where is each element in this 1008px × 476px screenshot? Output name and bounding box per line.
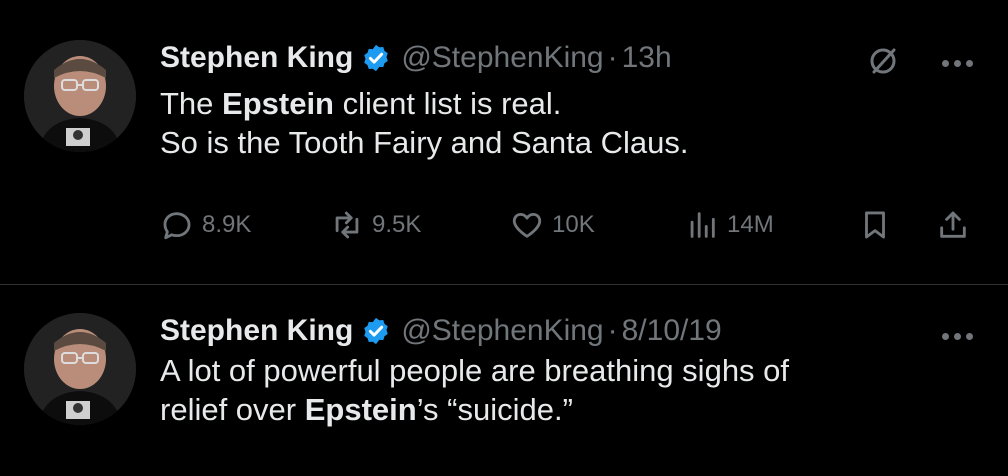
author-name[interactable]: Stephen King xyxy=(160,313,353,349)
tweet-actions: 8.9K 9.5K 10K 14M xyxy=(160,208,990,248)
reply-button[interactable]: 8.9K xyxy=(160,208,251,242)
verified-badge-icon xyxy=(364,44,389,72)
author-handle[interactable]: @StephenKing xyxy=(401,40,603,76)
reply-count: 8.9K xyxy=(202,211,252,238)
views-icon xyxy=(690,212,715,238)
tweet[interactable]: Stephen King @StephenKing · 13h The Epst… xyxy=(0,0,1008,285)
like-count: 10K xyxy=(552,211,595,238)
reply-icon xyxy=(163,212,191,240)
share-button[interactable] xyxy=(936,208,978,242)
more-icon[interactable] xyxy=(942,327,982,340)
bookmark-icon xyxy=(865,211,885,239)
text-run: client list is real. xyxy=(334,86,562,121)
text-run: The xyxy=(160,86,223,121)
tweet-line: A lot of powerful people are breathing s… xyxy=(160,351,789,390)
author-name[interactable]: Stephen King xyxy=(160,40,353,76)
tweet-header: Stephen King @StephenKing · 8/10/19 xyxy=(160,313,722,349)
timestamp[interactable]: 13h xyxy=(622,40,672,76)
like-button[interactable]: 10K xyxy=(510,208,595,242)
separator: · xyxy=(607,314,618,347)
more-icon[interactable] xyxy=(942,54,982,67)
avatar[interactable] xyxy=(24,313,136,425)
bold-text-run: Epstein xyxy=(304,392,417,427)
timestamp[interactable]: 8/10/19 xyxy=(622,313,722,349)
repost-button[interactable]: 9.5K xyxy=(330,208,421,242)
bold-text-run: Epstein xyxy=(222,86,334,121)
grok-icon[interactable] xyxy=(866,44,900,78)
text-run: relief over xyxy=(160,392,305,427)
verified-badge-icon xyxy=(364,317,389,345)
text-run: So is the Tooth Fairy and Santa Claus. xyxy=(160,125,689,160)
tweet[interactable]: Stephen King @StephenKing · 8/10/19 A lo… xyxy=(0,285,1008,476)
text-run: A lot of powerful people are breathing s… xyxy=(160,353,790,388)
bookmark-button[interactable] xyxy=(858,208,900,242)
like-icon xyxy=(512,212,542,238)
tweet-line: So is the Tooth Fairy and Santa Claus. xyxy=(160,123,688,162)
text-run: ’s “suicide.” xyxy=(416,392,573,427)
repost-count: 9.5K xyxy=(372,211,422,238)
tweet-text: The Epstein client list is real. So is t… xyxy=(160,84,688,162)
views-count: 14M xyxy=(727,211,774,238)
tweet-line: The Epstein client list is real. xyxy=(160,84,688,123)
repost-icon xyxy=(335,211,359,239)
author-handle[interactable]: @StephenKing xyxy=(401,313,603,349)
tweet-line: relief over Epstein’s “suicide.” xyxy=(160,390,789,429)
tweet-text: A lot of powerful people are breathing s… xyxy=(160,351,789,429)
avatar[interactable] xyxy=(24,40,136,152)
views-button[interactable]: 14M xyxy=(685,208,774,242)
tweet-header: Stephen King @StephenKing · 13h xyxy=(160,40,672,76)
separator: · xyxy=(607,41,618,74)
share-icon xyxy=(940,211,966,238)
